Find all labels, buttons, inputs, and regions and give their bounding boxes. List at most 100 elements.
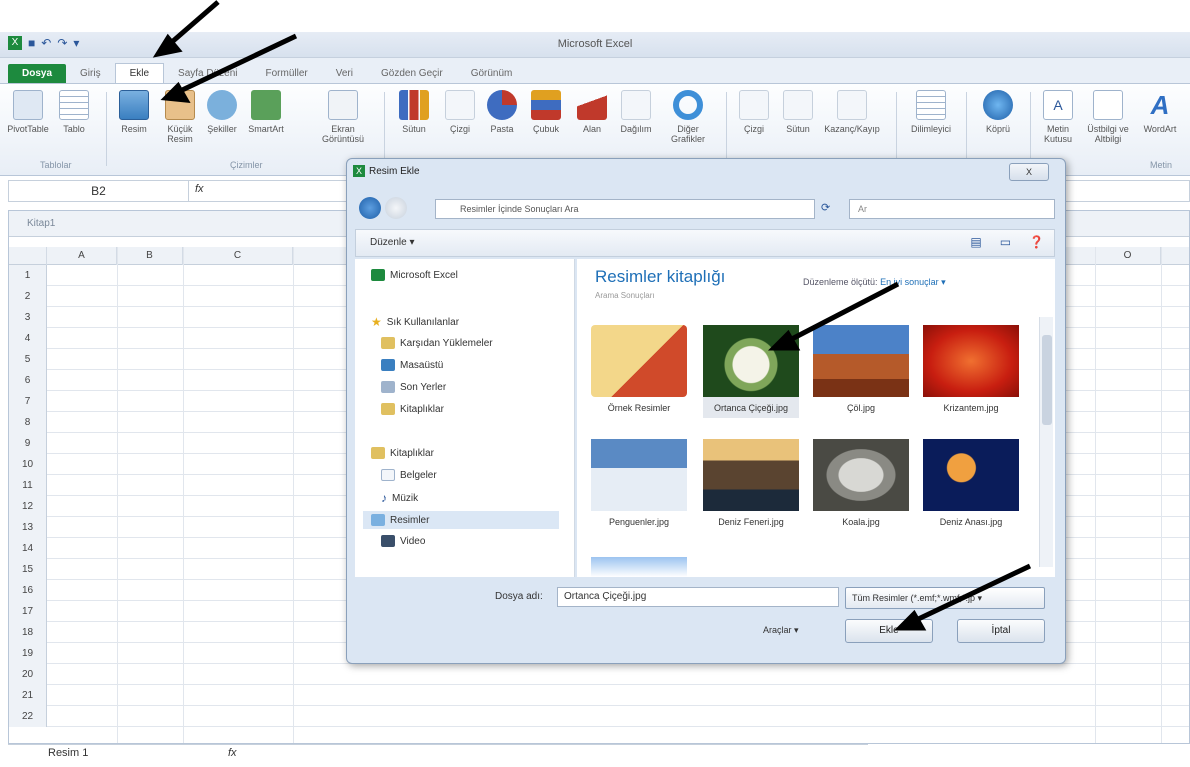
- nav-item-libraries-fav[interactable]: Kitaplıklar: [381, 403, 444, 415]
- row-header[interactable]: 12: [9, 496, 47, 517]
- row-header[interactable]: 10: [9, 454, 47, 475]
- row-header[interactable]: 14: [9, 538, 47, 559]
- column-header[interactable]: O: [1095, 247, 1161, 265]
- grid-row[interactable]: 21: [9, 685, 1189, 706]
- slicer-button[interactable]: Dilimleyici: [904, 90, 958, 134]
- row-header[interactable]: 16: [9, 580, 47, 601]
- row-header[interactable]: 15: [9, 559, 47, 580]
- tab-view[interactable]: Görünüm: [457, 64, 527, 83]
- nav-item-favorites[interactable]: ★ Sık Kullanılanlar: [371, 315, 459, 329]
- bottom-name-box[interactable]: Resim 1: [48, 747, 88, 759]
- screenshot-button[interactable]: Ekran Görüntüsü: [318, 90, 368, 144]
- refresh-icon[interactable]: ⟳: [821, 201, 830, 214]
- row-header[interactable]: 21: [9, 685, 47, 706]
- file-item[interactable]: Çöl.jpg: [813, 325, 909, 414]
- nav-item-pictures[interactable]: Resimler: [363, 511, 559, 529]
- pie-chart-button[interactable]: Pasta: [480, 90, 524, 134]
- column-header[interactable]: A: [47, 247, 117, 265]
- row-header[interactable]: 7: [9, 391, 47, 412]
- nav-item-downloads[interactable]: Karşıdan Yüklemeler: [381, 337, 493, 349]
- row-header[interactable]: 18: [9, 622, 47, 643]
- row-header[interactable]: 13: [9, 517, 47, 538]
- nav-item-video[interactable]: Video: [381, 535, 425, 547]
- row-header[interactable]: 5: [9, 349, 47, 370]
- column-chart-button[interactable]: Sütun: [392, 90, 436, 134]
- select-all-corner[interactable]: [9, 247, 47, 265]
- nav-item-desktop[interactable]: Masaüstü: [381, 359, 443, 371]
- cancel-button[interactable]: İptal: [957, 619, 1045, 643]
- help-icon[interactable]: ❓: [1029, 235, 1044, 249]
- row-header[interactable]: 1: [9, 265, 47, 286]
- file-item-partial[interactable]: [591, 557, 687, 577]
- tab-file[interactable]: Dosya: [8, 64, 67, 83]
- forward-icon[interactable]: [385, 197, 407, 219]
- sparkline-column-button[interactable]: Sütun: [776, 90, 820, 134]
- tab-insert[interactable]: Ekle: [114, 63, 165, 83]
- nav-item-microsoft-excel[interactable]: Microsoft Excel: [371, 269, 458, 281]
- preview-pane-icon[interactable]: ▭: [1000, 235, 1011, 249]
- file-item[interactable]: Deniz Feneri.jpg: [703, 439, 799, 528]
- grid-row[interactable]: 20: [9, 664, 1189, 685]
- scrollbar-thumb[interactable]: [1042, 335, 1052, 425]
- filetype-select[interactable]: Tüm Resimler (*.emf;*.wmf;*.jp ▾: [845, 587, 1045, 609]
- clipart-button[interactable]: Küçük Resim: [158, 90, 202, 144]
- tools-button[interactable]: Araçlar ▾: [763, 625, 799, 636]
- tab-page-layout[interactable]: Sayfa Düzeni: [164, 64, 251, 83]
- name-box[interactable]: B2: [9, 181, 189, 201]
- line-chart-button[interactable]: Çizgi: [438, 90, 482, 134]
- arrange-value[interactable]: En iyi sonuçlar ▾: [880, 277, 946, 287]
- hyperlink-button[interactable]: Köprü: [976, 90, 1020, 134]
- other-charts-button[interactable]: Diğer Grafikler: [662, 90, 714, 144]
- fx-icon[interactable]: fx: [195, 183, 204, 195]
- file-item[interactable]: Penguenler.jpg: [591, 439, 687, 528]
- file-item-selected[interactable]: Ortanca Çiçeği.jpg: [703, 325, 799, 418]
- table-button[interactable]: Tablo: [52, 90, 96, 134]
- bar-chart-button[interactable]: Çubuk: [524, 90, 568, 134]
- file-item[interactable]: Koala.jpg: [813, 439, 909, 528]
- picture-button[interactable]: Resim: [112, 90, 156, 134]
- winloss-button[interactable]: Kazanç/Kayıp: [822, 90, 882, 134]
- smartart-button[interactable]: SmartArt: [244, 90, 288, 134]
- scatter-chart-button[interactable]: Dağılım: [614, 90, 658, 134]
- grid-row[interactable]: 22: [9, 706, 1189, 727]
- tab-home[interactable]: Giriş: [66, 64, 115, 83]
- column-header[interactable]: B: [117, 247, 183, 265]
- row-header[interactable]: 9: [9, 433, 47, 454]
- shapes-button[interactable]: Şekiller: [200, 90, 244, 134]
- organize-button[interactable]: Düzenle ▾: [370, 237, 415, 248]
- file-item[interactable]: Krizantem.jpg: [923, 325, 1019, 414]
- nav-item-documents[interactable]: Belgeler: [381, 469, 437, 481]
- nav-item-libraries[interactable]: Kitaplıklar: [371, 447, 434, 459]
- row-header[interactable]: 17: [9, 601, 47, 622]
- nav-item-music[interactable]: ♪ Müzik: [381, 491, 418, 505]
- row-header[interactable]: 2: [9, 286, 47, 307]
- column-header[interactable]: C: [183, 247, 293, 265]
- filename-input[interactable]: Ortanca Çiçeği.jpg: [557, 587, 839, 607]
- row-header[interactable]: 19: [9, 643, 47, 664]
- tab-formulas[interactable]: Formüller: [252, 64, 322, 83]
- arrange-by[interactable]: Düzenleme ölçütü: En iyi sonuçlar ▾: [803, 277, 946, 288]
- address-path[interactable]: Resimler İçinde Sonuçları Ara: [435, 199, 815, 219]
- row-header[interactable]: 20: [9, 664, 47, 685]
- close-button[interactable]: X: [1009, 163, 1049, 181]
- row-header[interactable]: 8: [9, 412, 47, 433]
- wordart-button[interactable]: A WordArt: [1138, 90, 1182, 134]
- insert-button[interactable]: Ekle: [845, 619, 933, 643]
- view-options-icon[interactable]: ▤: [970, 235, 981, 249]
- file-item[interactable]: Deniz Anası.jpg: [923, 439, 1019, 528]
- pivottable-button[interactable]: PivotTable: [6, 90, 50, 134]
- row-header[interactable]: 3: [9, 307, 47, 328]
- back-icon[interactable]: [359, 197, 381, 219]
- row-header[interactable]: 11: [9, 475, 47, 496]
- area-chart-button[interactable]: Alan: [570, 90, 614, 134]
- row-header[interactable]: 6: [9, 370, 47, 391]
- row-header[interactable]: 4: [9, 328, 47, 349]
- sparkline-line-button[interactable]: Çizgi: [732, 90, 776, 134]
- content-scrollbar[interactable]: [1039, 317, 1053, 567]
- search-input[interactable]: Ar: [849, 199, 1055, 219]
- tab-review[interactable]: Gözden Geçir: [367, 64, 457, 83]
- textbox-button[interactable]: A Metin Kutusu: [1036, 90, 1080, 144]
- tab-data[interactable]: Veri: [322, 64, 367, 83]
- nav-item-recent[interactable]: Son Yerler: [381, 381, 446, 393]
- header-footer-button[interactable]: Üstbilgi ve Altbilgi: [1082, 90, 1134, 144]
